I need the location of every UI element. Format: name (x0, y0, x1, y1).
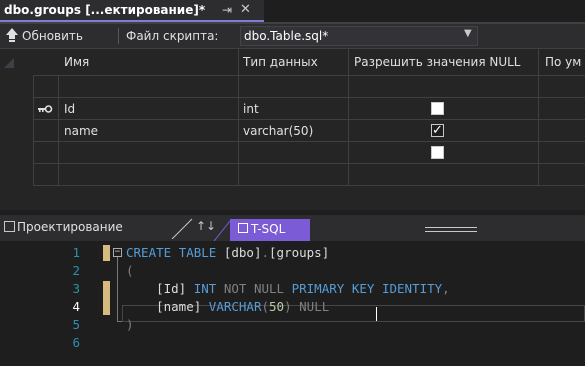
grid-vline (33, 75, 34, 186)
sql-keyword: CREATE (126, 245, 172, 260)
chevron-down-icon[interactable]: ▼ (464, 28, 472, 39)
sql-keyword: IDENTITY (381, 281, 443, 296)
sql-comma: , (442, 281, 450, 296)
primary-key-icon (38, 105, 53, 113)
allow-null-checkbox-checked[interactable]: ✓ (431, 124, 444, 137)
change-marker (103, 245, 110, 261)
code-line-3: [Id] INT NOT NULL PRIMARY KEY IDENTITY, (126, 280, 450, 298)
line-number: 3 (72, 281, 80, 296)
script-file-label: Файл скрипта: (126, 29, 219, 43)
sql-editor[interactable]: 1 2 3 4 5 6 − CREATE TABLE [dbo].[groups… (0, 241, 585, 366)
grid-vline (538, 49, 539, 186)
data-type-cell[interactable]: int (243, 98, 259, 120)
grid-hline (33, 75, 585, 76)
line-number: 2 (72, 263, 80, 278)
line-number: 1 (72, 245, 80, 260)
column-header-default[interactable]: По ум (545, 49, 585, 75)
tab-separator-slash (171, 218, 193, 239)
sql-paren: ) (284, 299, 292, 314)
code-line-4: [name] VARCHAR(50) NULL (126, 298, 329, 316)
column-header-type[interactable]: Тип данных (243, 49, 343, 75)
document-tab[interactable]: dbo.groups [...ектирование]* ⇥ ✕ (0, 0, 264, 22)
pane-tabs: Проектирование ↑↓ T-SQL (0, 215, 585, 241)
script-file-value: dbo.Table.sql* (244, 29, 329, 43)
column-name-cell[interactable]: Id (64, 98, 75, 120)
sql-number: 50 (269, 299, 285, 314)
sql-schema: [dbo] (223, 245, 262, 260)
sql-type: VARCHAR (208, 299, 262, 314)
script-file-dropdown[interactable]: dbo.Table.sql* ▼ (240, 26, 478, 46)
grid-vline (238, 49, 239, 186)
code-line-5: ) (126, 317, 134, 332)
tab-design[interactable]: Проектирование (0, 217, 180, 239)
design-icon (4, 221, 15, 232)
grid-vline (58, 75, 59, 186)
grid-hline (33, 163, 585, 164)
line-number-current: 4 (72, 299, 80, 314)
tab-design-label: Проектирование (17, 220, 123, 234)
sql-paren: ( (261, 299, 270, 314)
column-header-name[interactable]: Имя (64, 49, 234, 75)
tab-tsql[interactable]: T-SQL (230, 219, 310, 241)
allow-null-checkbox[interactable] (431, 102, 444, 115)
refresh-icon[interactable] (5, 27, 19, 43)
document-tab-bar: dbo.groups [...ектирование]* ⇥ ✕ (0, 0, 585, 24)
allow-null-checkbox[interactable] (431, 146, 444, 159)
designer-toolbar: Обновить Файл скрипта: dbo.Table.sql* ▼ (0, 24, 585, 49)
text-caret (376, 307, 377, 321)
sql-null: NULL (299, 299, 330, 314)
sql-keyword: PRIMARY KEY (291, 281, 375, 296)
tsql-icon (238, 223, 248, 233)
pin-icon[interactable]: ⇥ (222, 3, 232, 17)
toolbar-separator (118, 28, 119, 44)
sql-column-name: [Id] (156, 281, 187, 296)
sql-column-name: [name] (156, 299, 202, 314)
change-marker (103, 281, 110, 315)
refresh-button[interactable]: Обновить (22, 29, 83, 43)
code-line-2: ( (126, 263, 134, 278)
fold-guide (117, 257, 118, 321)
line-number: 5 (72, 317, 80, 332)
grid-vline (348, 49, 349, 186)
tab-separator-slash (213, 220, 231, 241)
sql-type: INT (193, 281, 217, 296)
line-number: 6 (72, 335, 80, 350)
tab-tsql-label: T-SQL (251, 222, 286, 236)
data-type-cell[interactable]: varchar(50) (243, 120, 313, 142)
columns-grid: Имя Тип данных Разрешить значения NULL П… (0, 49, 585, 210)
sql-table-name: [groups] (269, 245, 330, 260)
grid-hline (33, 97, 585, 98)
grid-hline (33, 185, 585, 186)
close-icon[interactable]: ✕ (240, 2, 251, 17)
code-line-1: CREATE TABLE [dbo].[groups] (126, 244, 329, 262)
sql-keyword: TABLE (178, 245, 217, 260)
sql-dot: . (261, 245, 270, 260)
corner-triangle-icon (4, 58, 14, 68)
column-header-allow-null[interactable]: Разрешить значения NULL (354, 49, 534, 75)
column-name-cell[interactable]: name (64, 120, 98, 142)
document-tab-title: dbo.groups [...ектирование]* (4, 3, 206, 17)
splitter-handle[interactable] (425, 227, 477, 232)
sql-not-null: NOT NULL (223, 281, 285, 296)
fold-toggle-icon[interactable]: − (113, 248, 122, 257)
